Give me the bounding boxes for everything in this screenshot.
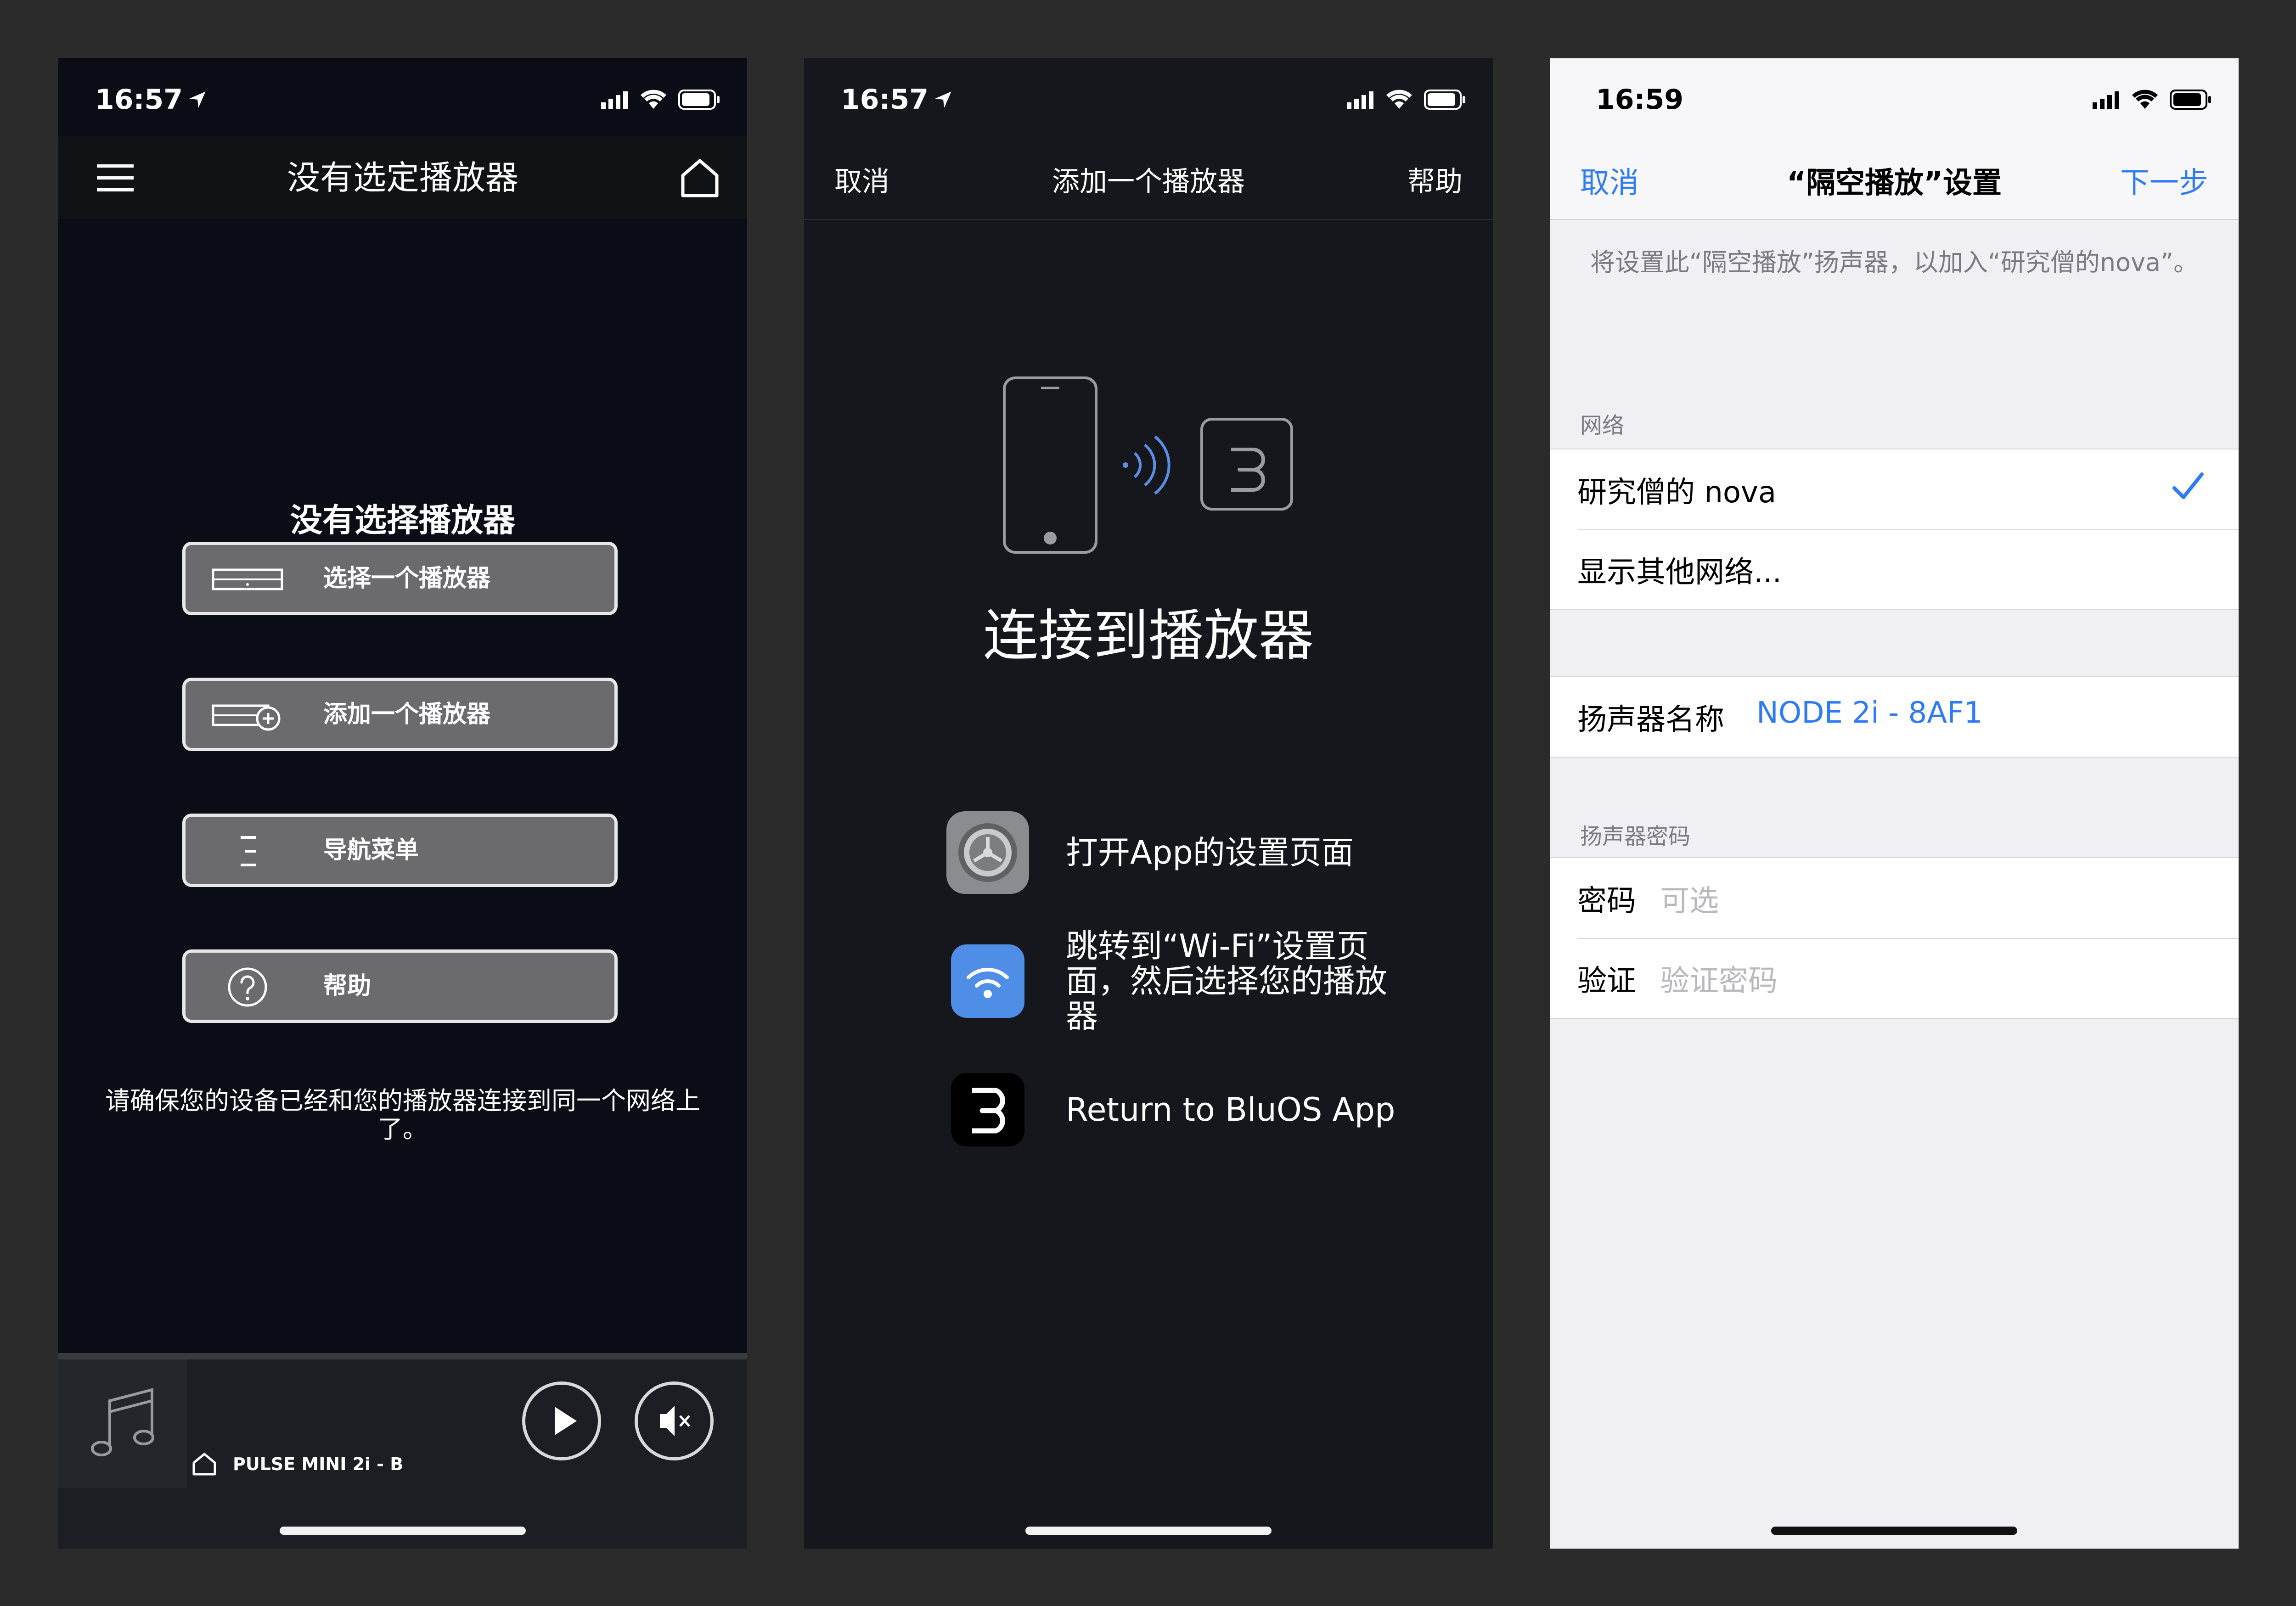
mute-button[interactable] bbox=[635, 1381, 714, 1460]
show-other-networks-label: 显示其他网络... bbox=[1577, 556, 1782, 590]
home-indicator[interactable] bbox=[280, 1527, 526, 1535]
navigation-menu-label: 导航菜单 bbox=[323, 837, 419, 864]
wifi-signal-icon bbox=[2132, 90, 2158, 109]
phone-outline-icon bbox=[1003, 376, 1097, 554]
speaker-name-value[interactable]: NODE 2i - 8AF1 bbox=[1756, 696, 1983, 730]
speaker-name-field[interactable]: 扬声器名称 NODE 2i - 8AF1 bbox=[1550, 677, 2239, 757]
step-wifi-settings-text: 跳转到“Wi-Fi”设置页面，然后选择您的播放器 bbox=[1066, 927, 1387, 1035]
password-group: 密码 可选 验证 验证密码 bbox=[1550, 857, 2239, 1019]
home-small-icon bbox=[192, 1453, 216, 1476]
status-time-text: 16:57 bbox=[841, 84, 929, 116]
battery-icon bbox=[1424, 90, 1465, 110]
music-note-icon bbox=[91, 1388, 154, 1456]
add-player-label: 添加一个播放器 bbox=[323, 701, 491, 728]
status-time: 16:59 bbox=[1596, 81, 1683, 118]
play-icon bbox=[555, 1407, 577, 1435]
network-name: 研究僧的 nova bbox=[1577, 476, 1777, 510]
status-bar: 16:59 bbox=[1550, 58, 2239, 136]
select-player-button[interactable]: 选择一个播放器 bbox=[182, 542, 618, 615]
password-field[interactable]: 密码 可选 bbox=[1550, 858, 2239, 938]
step-open-settings-text: 打开App的设置页面 bbox=[1066, 834, 1354, 871]
empty-state-heading: 没有选择播放器 bbox=[290, 501, 515, 539]
status-time: 16:57 bbox=[95, 81, 208, 118]
home-icon[interactable] bbox=[679, 157, 720, 198]
player-box-icon bbox=[1200, 418, 1293, 511]
verify-placeholder[interactable]: 验证密码 bbox=[1660, 957, 1778, 1000]
step-return-bluos: Return to BluOS App bbox=[946, 1068, 1452, 1156]
bluos-app-icon bbox=[951, 1073, 1024, 1146]
settings-gear-icon bbox=[946, 811, 1029, 894]
phone-screen-airplay-setup: 16:59 取消 “隔空播放”设置 下一步 将设置此“隔空播放”扬声器，以加入“… bbox=[1550, 58, 2239, 1549]
status-time: 16:57 bbox=[841, 81, 953, 118]
phone-to-player-illustration bbox=[1003, 376, 1293, 554]
step-wifi-settings: 跳转到“Wi-Fi”设置页面，然后选择您的播放器 bbox=[946, 927, 1452, 1035]
battery-icon bbox=[678, 90, 720, 110]
password-section-header: 扬声器密码 bbox=[1580, 824, 1691, 849]
wifi-signal-icon bbox=[641, 90, 666, 109]
help-button[interactable]: 帮助 bbox=[1407, 159, 1463, 199]
password-placeholder[interactable]: 可选 bbox=[1660, 877, 1719, 920]
connect-heading: 连接到播放器 bbox=[983, 604, 1314, 668]
cellular-signal-icon bbox=[2093, 91, 2119, 109]
now-playing-bar[interactable]: PULSE MINI 2i - B bbox=[58, 1353, 747, 1549]
current-player-name[interactable]: PULSE MINI 2i - B bbox=[191, 1451, 403, 1477]
step-open-settings: 打开App的设置页面 bbox=[946, 811, 1452, 898]
network-list: 研究僧的 nova 显示其他网络... bbox=[1550, 449, 2239, 610]
status-bar: 16:57 bbox=[804, 58, 1493, 136]
cellular-signal-icon bbox=[601, 91, 628, 109]
top-nav-bar: 取消 “隔空播放”设置 下一步 bbox=[1550, 136, 2239, 220]
navigation-list-icon bbox=[241, 836, 256, 866]
volume-mute-icon bbox=[660, 1406, 690, 1436]
wifi-signal-icon bbox=[1386, 90, 1412, 109]
status-icons bbox=[601, 86, 720, 113]
player-device-icon bbox=[212, 568, 283, 590]
show-other-networks[interactable]: 显示其他网络... bbox=[1550, 529, 2239, 609]
home-indicator[interactable] bbox=[1771, 1527, 2017, 1535]
phone-screen-no-player: 16:57 没有选定播放器 没有选择播放器 选择一个播放器 添加一个播放器 导航… bbox=[58, 58, 747, 1549]
help-label: 帮助 bbox=[323, 972, 371, 1000]
location-arrow-icon bbox=[189, 91, 206, 108]
speaker-name-label: 扬声器名称 bbox=[1577, 703, 1724, 737]
page-title: 添加一个播放器 bbox=[1052, 166, 1245, 198]
play-button[interactable] bbox=[522, 1381, 601, 1460]
top-nav-bar: 没有选定播放器 bbox=[58, 136, 747, 219]
home-indicator[interactable] bbox=[1025, 1527, 1272, 1535]
signal-waves-icon bbox=[1123, 435, 1171, 495]
verify-password-field[interactable]: 验证 验证密码 bbox=[1550, 938, 2239, 1018]
phone-screen-add-player: 16:57 取消 添加一个播放器 帮助 连接到播放器 打开App的设置页面 跳转… bbox=[804, 58, 1493, 1549]
status-bar: 16:57 bbox=[58, 58, 747, 136]
network-notice: 请确保您的设备已经和您的播放器连接到同一个网络上了。 bbox=[105, 1086, 700, 1144]
cellular-signal-icon bbox=[1347, 91, 1373, 109]
status-icons bbox=[1347, 86, 1466, 113]
network-section-header: 网络 bbox=[1580, 413, 1625, 438]
password-label: 密码 bbox=[1577, 884, 1636, 918]
help-circle-icon bbox=[228, 967, 267, 1007]
battery-icon bbox=[2170, 90, 2211, 110]
step-return-bluos-text: Return to BluOS App bbox=[1066, 1091, 1396, 1129]
wifi-icon bbox=[951, 944, 1024, 1018]
setup-description: 将设置此“隔空播放”扬声器，以加入“研究僧的nova”。 bbox=[1590, 248, 2199, 277]
navigation-menu-button[interactable]: 导航菜单 bbox=[182, 814, 618, 887]
add-player-button[interactable]: 添加一个播放器 bbox=[182, 678, 618, 751]
page-title: 没有选定播放器 bbox=[287, 158, 518, 197]
status-time-text: 16:59 bbox=[1596, 84, 1683, 116]
next-step-button[interactable]: 下一步 bbox=[2120, 159, 2208, 202]
status-time-text: 16:57 bbox=[95, 84, 183, 116]
network-item-selected[interactable]: 研究僧的 nova bbox=[1550, 449, 2239, 529]
help-button[interactable]: 帮助 bbox=[182, 949, 618, 1023]
add-player-icon bbox=[212, 704, 281, 731]
location-arrow-icon bbox=[935, 91, 951, 108]
current-player-label: PULSE MINI 2i - B bbox=[233, 1454, 404, 1474]
album-art-placeholder bbox=[58, 1359, 187, 1488]
checkmark-icon bbox=[2172, 472, 2204, 499]
verify-label: 验证 bbox=[1577, 964, 1636, 998]
select-player-label: 选择一个播放器 bbox=[323, 565, 491, 592]
speaker-name-group: 扬声器名称 NODE 2i - 8AF1 bbox=[1550, 676, 2239, 758]
top-nav-bar: 取消 添加一个播放器 帮助 bbox=[804, 136, 1493, 220]
status-icons bbox=[2093, 86, 2212, 113]
